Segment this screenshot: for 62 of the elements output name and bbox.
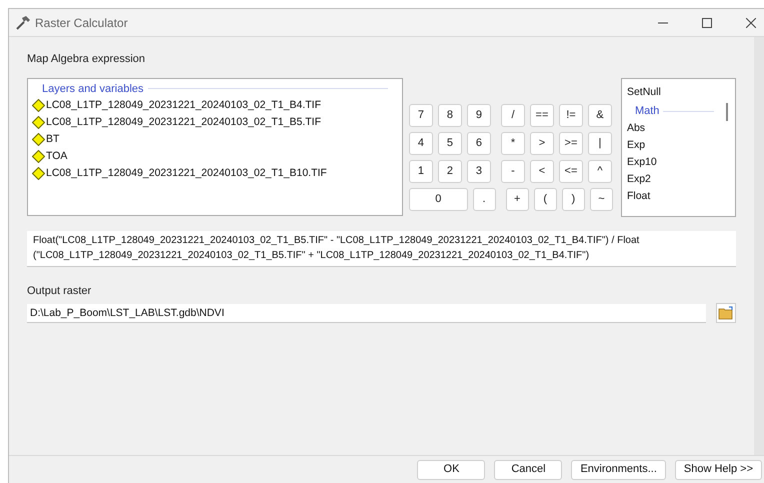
group-header: Layers and variables — [42, 82, 144, 96]
keypad-button[interactable]: 6 — [466, 132, 491, 154]
keypad-button[interactable]: ^ — [588, 160, 612, 182]
diamond-icon — [32, 99, 45, 112]
output-field[interactable]: D:\Lab_P_Boom\LST_LAB\LST.gdb\NDVI — [27, 304, 706, 322]
layer-item[interactable]: LC08_L1TP_128049_20231221_20240103_02_T1_B4.TIF — [46, 98, 321, 114]
keypad-button[interactable]: 9 — [466, 104, 491, 126]
output-label: Output raster — [27, 284, 92, 298]
keypad-button[interactable]: . — [472, 188, 496, 210]
function-item[interactable]: Exp — [626, 138, 718, 154]
keypad-button[interactable]: == — [530, 104, 554, 126]
function-item[interactable]: Abs — [626, 120, 718, 138]
close-icon[interactable] — [746, 18, 756, 28]
keypad-button[interactable]: >= — [558, 132, 583, 154]
keypad-button[interactable]: > — [530, 132, 554, 154]
keypad-button[interactable]: | — [588, 132, 612, 154]
maximize-icon[interactable] — [702, 18, 712, 28]
keypad-button[interactable]: ~ — [590, 188, 613, 210]
dialog-button[interactable]: Environments... — [571, 460, 666, 480]
layer-item[interactable]: TOA — [46, 148, 68, 164]
layers-list[interactable]: Layers and variables LC08_L1TP_128049_20231221_20240103_02_T1_B4.TIF LC08_L1TP_128049_20231221_20240103_02_T1_B5.TIF BT TOA LC08_L1TP_128049_20231221_20240103_02_T1_B10.TIF — [27, 78, 403, 216]
keypad-button[interactable]: 4 — [408, 132, 433, 154]
diamond-icon — [32, 133, 45, 146]
dialog-button[interactable]: OK — [417, 460, 486, 480]
keypad-button[interactable]: 8 — [438, 104, 462, 126]
folder-icon — [718, 306, 734, 320]
keypad-button[interactable]: != — [558, 104, 583, 126]
keypad-button[interactable]: - — [500, 160, 525, 182]
function-list[interactable]: SetNull Math Abs Exp Exp10 Exp2 Float — [620, 78, 736, 216]
diamond-icon — [32, 116, 45, 129]
keypad-button[interactable]: 0 — [408, 188, 468, 210]
keypad-button[interactable]: 1 — [408, 160, 433, 182]
diamond-icon — [32, 167, 45, 180]
function-item[interactable]: Float — [626, 188, 718, 206]
function-item[interactable]: Exp10 — [626, 154, 718, 172]
layer-item[interactable]: LC08_L1TP_128049_20231221_20240103_02_T1_B10.TIF — [46, 166, 327, 182]
browse-button[interactable] — [716, 303, 736, 323]
layer-item[interactable]: LC08_L1TP_128049_20231221_20240103_02_T1_B5.TIF — [46, 114, 321, 130]
hammer-icon — [15, 14, 31, 30]
dialog-button[interactable]: Show Help >> — [674, 460, 762, 480]
function-item[interactable]: Exp2 — [626, 172, 718, 188]
dialog-button[interactable]: Cancel — [494, 460, 562, 480]
expression-field[interactable]: Float("LC08_L1TP_128049_20231221_20240103_02_T1_B5.TIF" - "LC08_L1TP_128049_20231221_20240103_02_T1_B4.TIF") / Float ("LC08_L1TP_128049_20231221_20240103_02_T1_B5.TIF" + "LC08_L1TP_128049_20231221_20240103_02_T1_B4.TIF") — [27, 230, 736, 266]
keypad-button[interactable]: 3 — [466, 160, 491, 182]
keypad-button[interactable]: + — [506, 188, 529, 210]
keypad-button[interactable]: 2 — [438, 160, 462, 182]
window-title: Raster Calculator — [35, 14, 128, 32]
group-header: Math — [634, 104, 660, 119]
keypad-button[interactable]: / — [500, 104, 525, 126]
scrollbar-thumb[interactable] — [726, 102, 728, 120]
function-item[interactable]: SetNull — [626, 84, 718, 102]
keypad-button[interactable]: 7 — [408, 104, 433, 126]
keypad-button[interactable]: 5 — [438, 132, 462, 154]
keypad-button[interactable]: <= — [558, 160, 583, 182]
keypad-button[interactable]: & — [588, 104, 612, 126]
keypad-button[interactable]: * — [500, 132, 525, 154]
diamond-icon — [32, 150, 45, 163]
expression-label: Map Algebra expression — [27, 52, 146, 67]
keypad-button[interactable]: < — [530, 160, 554, 182]
layer-item[interactable]: BT — [46, 132, 60, 148]
keypad-button[interactable]: ( — [534, 188, 557, 210]
keypad-button[interactable]: ) — [562, 188, 585, 210]
